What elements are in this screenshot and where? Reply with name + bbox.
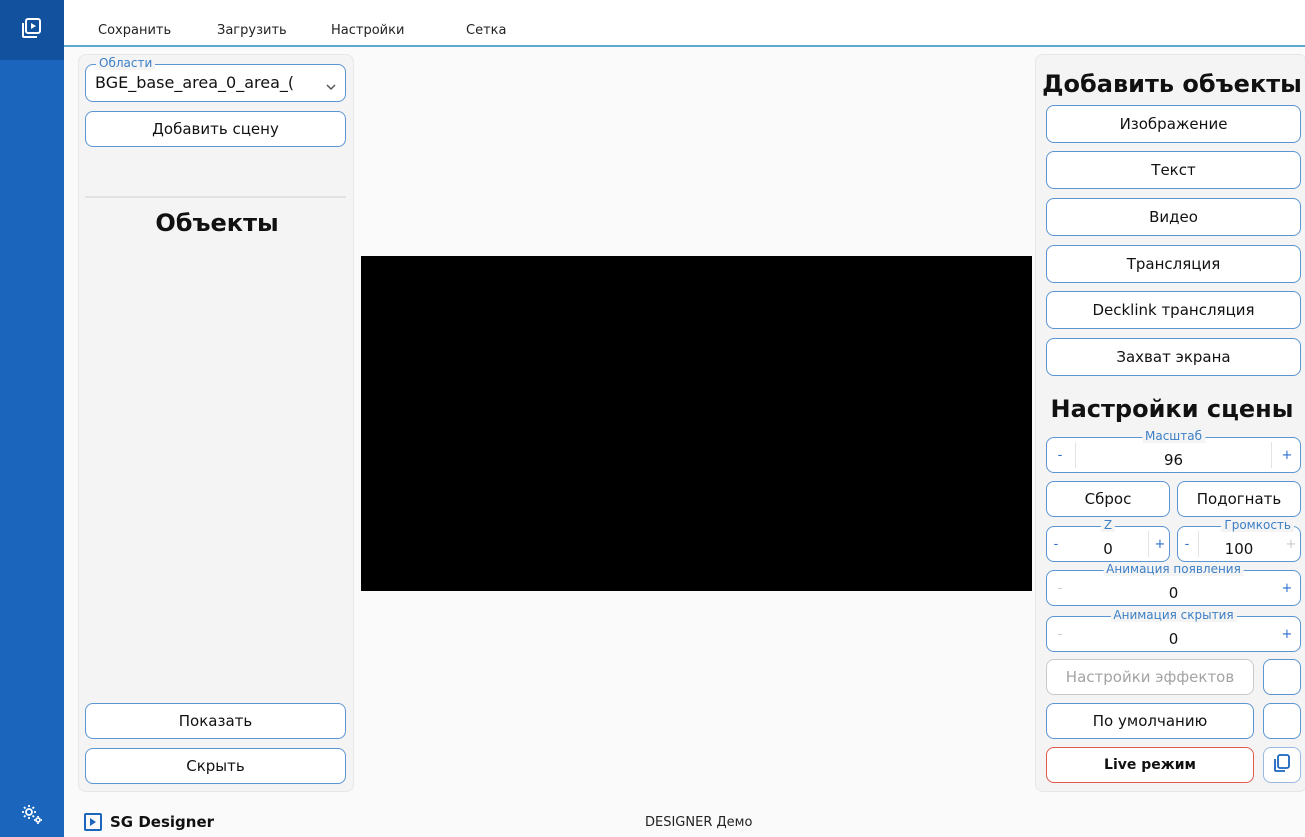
anim-out-value[interactable]: 0 (1077, 617, 1270, 651)
live-mode-button[interactable]: Live режим (1046, 747, 1254, 783)
chevron-down-icon (325, 77, 337, 96)
menu-settings[interactable]: Настройки (331, 23, 404, 38)
z-stepper: Z - 0 + (1046, 518, 1170, 562)
scale-decrement-button[interactable]: - (1047, 438, 1073, 472)
show-button[interactable]: Показать (85, 703, 346, 739)
designer-icon (21, 17, 43, 43)
areas-select[interactable]: Области BGE_base_area_0_area_( (85, 56, 346, 102)
add-decklink-button[interactable]: Decklink трансляция (1046, 291, 1301, 329)
left-panel: Области BGE_base_area_0_area_( Добавить … (78, 54, 354, 792)
add-image-button[interactable]: Изображение (1046, 105, 1301, 143)
fit-button[interactable]: Подогнать (1177, 481, 1301, 517)
gears-icon (20, 802, 44, 830)
default-button[interactable]: По умолчанию (1046, 703, 1254, 739)
volume-decrement-button[interactable]: - (1178, 527, 1196, 561)
copy-icon (1272, 753, 1292, 777)
anim-out-decrement-button[interactable]: - (1047, 617, 1073, 651)
z-decrement-button[interactable]: - (1047, 527, 1065, 561)
volume-increment-button[interactable]: + (1282, 527, 1300, 561)
app-sidebar (0, 0, 64, 837)
volume-value[interactable]: 100 (1198, 527, 1280, 561)
divider (85, 196, 346, 198)
areas-value: BGE_base_area_0_area_( (95, 73, 295, 92)
add-video-button[interactable]: Видео (1046, 198, 1301, 236)
effects-toggle-button[interactable] (1263, 659, 1301, 695)
anim-in-increment-button[interactable]: + (1274, 571, 1300, 605)
menu-grid[interactable]: Сетка (466, 23, 506, 38)
scale-stepper: Масштаб - 96 + (1046, 429, 1301, 473)
add-screen-capture-button[interactable]: Захват экрана (1046, 338, 1301, 376)
app-logo-icon (84, 813, 102, 831)
default-toggle-button[interactable] (1263, 703, 1301, 739)
right-panel: Добавить объекты Изображение Текст Видео… (1035, 54, 1305, 792)
anim-out-stepper: Анимация скрытия - 0 + (1046, 608, 1301, 652)
rail-item-settings[interactable] (0, 798, 64, 834)
effects-settings-button[interactable]: Настройки эффектов (1046, 659, 1254, 695)
scene-settings-title: Настройки сцены (1050, 395, 1294, 423)
scene-canvas[interactable] (361, 256, 1032, 591)
scale-value[interactable]: 96 (1077, 438, 1270, 472)
menu-bar: Сохранить Загрузить Настройки Сетка (64, 0, 1305, 47)
add-stream-button[interactable]: Трансляция (1046, 245, 1301, 283)
anim-in-value[interactable]: 0 (1077, 571, 1270, 605)
copy-button[interactable] (1263, 747, 1301, 783)
add-scene-button[interactable]: Добавить сцену (85, 111, 346, 147)
reset-button[interactable]: Сброс (1046, 481, 1170, 517)
menu-save[interactable]: Сохранить (98, 23, 171, 38)
anim-in-stepper: Анимация появления - 0 + (1046, 562, 1301, 606)
status-text: DESIGNER Демо (645, 815, 753, 830)
volume-stepper: Громкость - 100 + (1177, 518, 1301, 562)
z-increment-button[interactable]: + (1151, 527, 1169, 561)
add-objects-title: Добавить объекты (1042, 70, 1302, 98)
menu-load[interactable]: Загрузить (217, 23, 287, 38)
anim-in-decrement-button[interactable]: - (1047, 571, 1073, 605)
add-text-button[interactable]: Текст (1046, 151, 1301, 189)
scale-increment-button[interactable]: + (1274, 438, 1300, 472)
app-name: SG Designer (110, 813, 215, 831)
z-value[interactable]: 0 (1067, 527, 1149, 561)
hide-button[interactable]: Скрыть (85, 748, 346, 784)
anim-out-increment-button[interactable]: + (1274, 617, 1300, 651)
objects-title: Объекты (155, 209, 279, 237)
rail-item-designer[interactable] (0, 0, 64, 60)
areas-legend: Области (96, 56, 156, 70)
